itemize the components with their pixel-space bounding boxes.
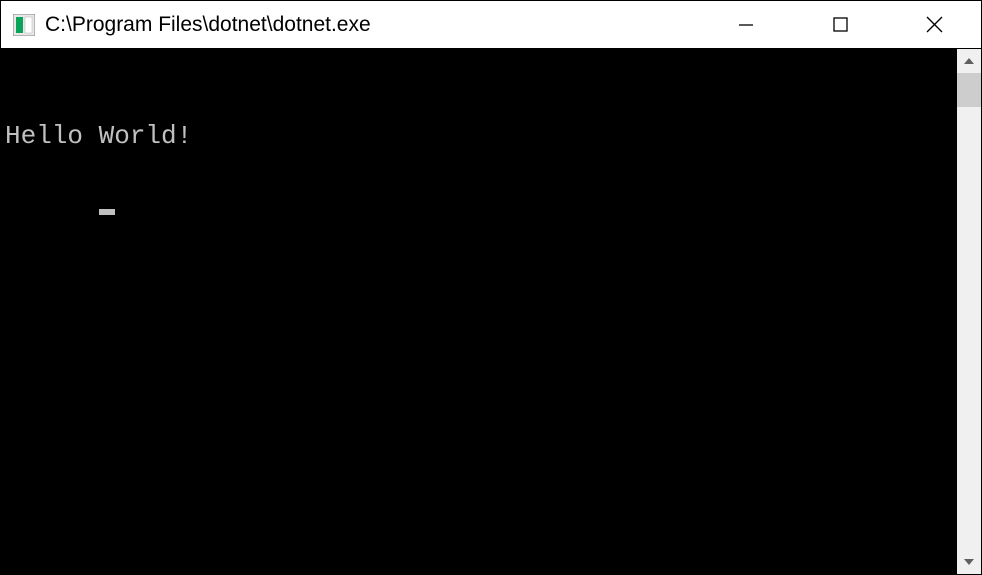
titlebar: C:\Program Files\dotnet\dotnet.exe [1, 1, 981, 49]
content-area: Hello World! [1, 49, 981, 574]
maximize-button[interactable] [793, 1, 887, 48]
scroll-up-arrow[interactable] [957, 49, 981, 73]
cursor [99, 209, 115, 215]
console-output[interactable]: Hello World! [1, 49, 957, 574]
window-controls [699, 1, 981, 48]
vertical-scrollbar[interactable] [957, 49, 981, 574]
minimize-button[interactable] [699, 1, 793, 48]
scroll-track[interactable] [957, 73, 981, 550]
close-button[interactable] [887, 1, 981, 48]
console-line: Hello World! [5, 120, 953, 153]
scroll-thumb[interactable] [957, 73, 981, 107]
console-window: C:\Program Files\dotnet\dotnet.exe [0, 0, 982, 575]
scroll-down-arrow[interactable] [957, 550, 981, 574]
app-icon [13, 14, 35, 36]
window-title: C:\Program Files\dotnet\dotnet.exe [45, 13, 699, 37]
